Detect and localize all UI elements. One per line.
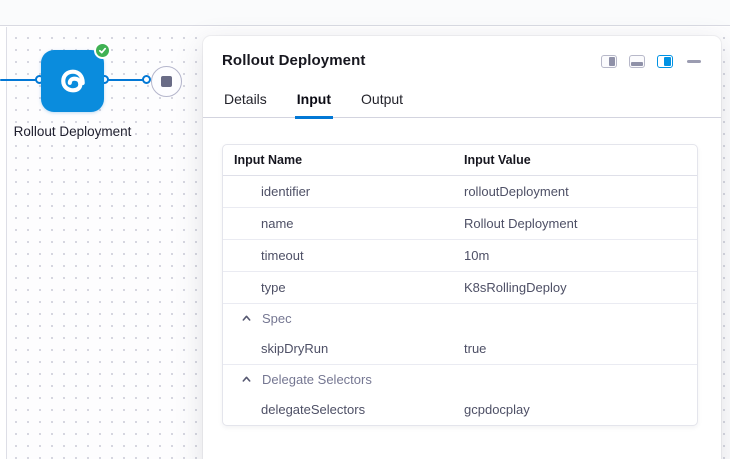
table-row-delegateselectors: delegateSelectors gcpdocplay bbox=[223, 394, 697, 425]
input-table-body: identifier rolloutDeployment name Rollout D… bbox=[223, 176, 697, 425]
minimize-icon[interactable] bbox=[687, 60, 701, 63]
panel-tabs: Details Input Output bbox=[203, 88, 721, 118]
table-row-identifier: identifier rolloutDeployment bbox=[223, 176, 697, 207]
input-value: true bbox=[464, 341, 697, 356]
canvas-top-bar bbox=[0, 0, 730, 26]
input-value: 10m bbox=[464, 248, 697, 263]
step-node-rollout-deployment[interactable] bbox=[41, 50, 104, 112]
dock-right-icon[interactable] bbox=[657, 55, 673, 68]
group-row-spec[interactable]: Spec bbox=[223, 303, 697, 333]
dock-bottom-icon[interactable] bbox=[629, 55, 645, 68]
input-name: identifier bbox=[261, 184, 310, 199]
tab-input[interactable]: Input bbox=[295, 88, 333, 119]
column-input-name: Input Name bbox=[234, 153, 464, 167]
check-icon bbox=[98, 46, 107, 55]
incoming-edge bbox=[0, 79, 36, 81]
rolling-deployment-icon bbox=[57, 65, 89, 97]
input-value bbox=[464, 372, 697, 387]
pipeline-execution-screen: Rollout Deployment Rollout Deployment De… bbox=[0, 0, 730, 459]
group-row-delegate-selectors[interactable]: Delegate Selectors bbox=[223, 364, 697, 394]
step-node-label: Rollout Deployment bbox=[12, 121, 133, 142]
panel-title: Rollout Deployment bbox=[222, 51, 365, 71]
group-label: Spec bbox=[262, 311, 292, 326]
input-name: timeout bbox=[261, 248, 304, 263]
input-value: rolloutDeployment bbox=[464, 184, 697, 199]
group-label: Delegate Selectors bbox=[262, 372, 372, 387]
input-value bbox=[464, 311, 697, 326]
end-node-connector bbox=[142, 75, 151, 84]
stop-node-icon bbox=[161, 76, 172, 87]
input-name: delegateSelectors bbox=[261, 402, 365, 417]
tab-output[interactable]: Output bbox=[359, 88, 405, 119]
chevron-up-icon[interactable] bbox=[241, 374, 252, 385]
stage-left-border bbox=[6, 27, 7, 459]
input-value: gcpdocplay bbox=[464, 402, 697, 417]
column-input-value: Input Value bbox=[464, 153, 697, 167]
input-name: skipDryRun bbox=[261, 341, 328, 356]
table-row-name: name Rollout Deployment bbox=[223, 207, 697, 239]
step-details-panel: Rollout Deployment Details Input Output In… bbox=[203, 36, 721, 459]
input-value: K8sRollingDeploy bbox=[464, 280, 697, 295]
panel-window-controls bbox=[601, 55, 701, 68]
input-table: Input Name Input Value identifier rollout… bbox=[222, 144, 698, 426]
dock-split-right-icon[interactable] bbox=[601, 55, 617, 68]
tab-details[interactable]: Details bbox=[222, 88, 269, 119]
panel-header: Rollout Deployment bbox=[203, 36, 721, 71]
input-value: Rollout Deployment bbox=[464, 216, 697, 231]
success-badge bbox=[94, 42, 111, 59]
input-table-header: Input Name Input Value bbox=[223, 145, 697, 176]
pipeline-end-node[interactable] bbox=[151, 66, 182, 97]
outgoing-edge bbox=[108, 79, 143, 81]
table-row-type: type K8sRollingDeploy bbox=[223, 271, 697, 303]
table-row-skipdryrun: skipDryRun true bbox=[223, 333, 697, 364]
chevron-up-icon[interactable] bbox=[241, 313, 252, 324]
table-row-timeout: timeout 10m bbox=[223, 239, 697, 271]
input-name: type bbox=[261, 280, 286, 295]
input-name: name bbox=[261, 216, 294, 231]
